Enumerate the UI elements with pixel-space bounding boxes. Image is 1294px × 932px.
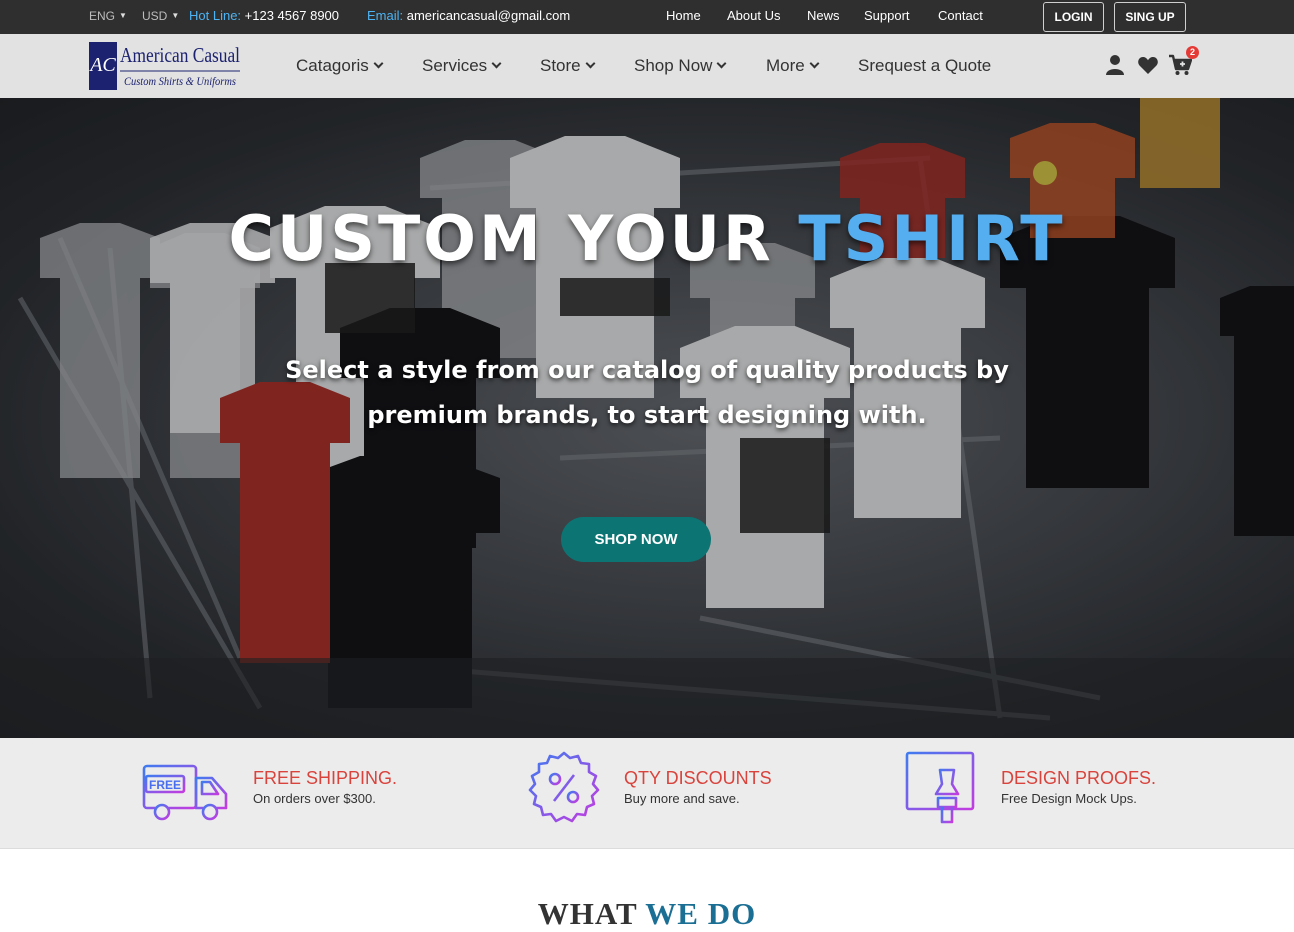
chevron-down-icon: ▼ [171,11,180,20]
topnav-home[interactable]: Home [666,8,701,23]
heart-icon[interactable] [1137,54,1159,76]
topnav-contact[interactable]: Contact [938,8,983,23]
truck-icon: FREE [140,762,234,829]
feature-desc: Buy more and save. [624,791,740,806]
chevron-down-icon: ▼ [119,11,127,20]
chevron-down-icon [585,58,596,69]
hotline-value: +123 4567 8900 [241,8,340,23]
chevron-down-icon [373,58,384,69]
feature-title: DESIGN PROOFS. [1001,768,1157,788]
features-strip: FREE FREE SHIPPING. On orders over $300.… [0,738,1294,849]
email: Email: americancasual@gmail.com [367,8,570,23]
menu-label: More [766,56,805,75]
menu-more[interactable]: More [766,56,820,76]
chevron-down-icon [491,58,502,69]
feature-title: FREE SHIPPING. [253,768,398,788]
hero-title-accent: TSHIRT [798,202,1066,275]
language-value: ENG [89,9,116,23]
brand-logo[interactable]: AC American Casual Custom Shirts & Unifo… [88,40,242,92]
section-title-main: WHAT [537,896,646,931]
menu-store[interactable]: Store [540,56,596,76]
svg-text:FREE: FREE [149,778,181,792]
hero-title-main: CUSTOM YOUR [228,202,799,275]
login-button[interactable]: LOGIN [1043,2,1104,32]
section-title: WHAT WE DO [0,896,1294,932]
svg-text:AC: AC [88,54,116,76]
user-icon[interactable] [1104,54,1126,76]
hotline: Hot Line: +123 4567 8900 [189,8,339,23]
cart-count-badge: 2 [1186,46,1199,59]
hero-subtitle: Select a style from our catalog of quali… [285,356,1009,429]
currency-select[interactable]: USD ▼ [142,9,179,23]
topnav-news[interactable]: News [807,8,840,23]
percent-icon [526,750,602,831]
menu-catagoris[interactable]: Catagoris [296,56,384,76]
menu-label: Shop Now [634,56,713,75]
feature-title: QTY DISCOUNTS [624,768,772,788]
svg-text:American Casual: American Casual [120,43,240,67]
email-value[interactable]: americancasual@gmail.com [403,8,570,23]
signup-button[interactable]: SING UP [1114,2,1186,32]
shop-now-button[interactable]: SHOP NOW [561,517,711,562]
design-icon [904,750,976,831]
topnav-about-us[interactable]: About Us [727,8,780,23]
top-bar: ENG ▼ USD ▼ Hot Line: +123 4567 8900 Email… [0,0,1294,34]
svg-text:Custom Shirts & Uniforms: Custom Shirts & Uniforms [124,74,236,88]
topnav-support[interactable]: Support [864,8,910,23]
hero-banner: CUSTOM YOUR TSHIRT Select a style from o… [0,98,1294,738]
menu-label: Services [422,56,488,75]
feature-desc: On orders over $300. [253,791,376,806]
menu-shop-now[interactable]: Shop Now [634,56,727,76]
hero-title: CUSTOM YOUR TSHIRT [0,202,1294,275]
hotline-label: Hot Line: [189,8,242,23]
email-label: Email: [367,8,404,23]
chevron-down-icon [809,58,820,69]
feature-desc: Free Design Mock Ups. [1001,791,1137,806]
menu-label: Catagoris [296,56,369,75]
language-select[interactable]: ENG ▼ [89,9,127,23]
section-title-accent: WE DO [645,896,757,931]
menu-services[interactable]: Services [422,56,502,76]
currency-value: USD [142,9,168,23]
chevron-down-icon [716,58,727,69]
request-quote-link[interactable]: Srequest a Quote [858,56,991,76]
menu-label: Store [540,56,581,75]
main-nav: AC American Casual Custom Shirts & Unifo… [0,34,1294,98]
